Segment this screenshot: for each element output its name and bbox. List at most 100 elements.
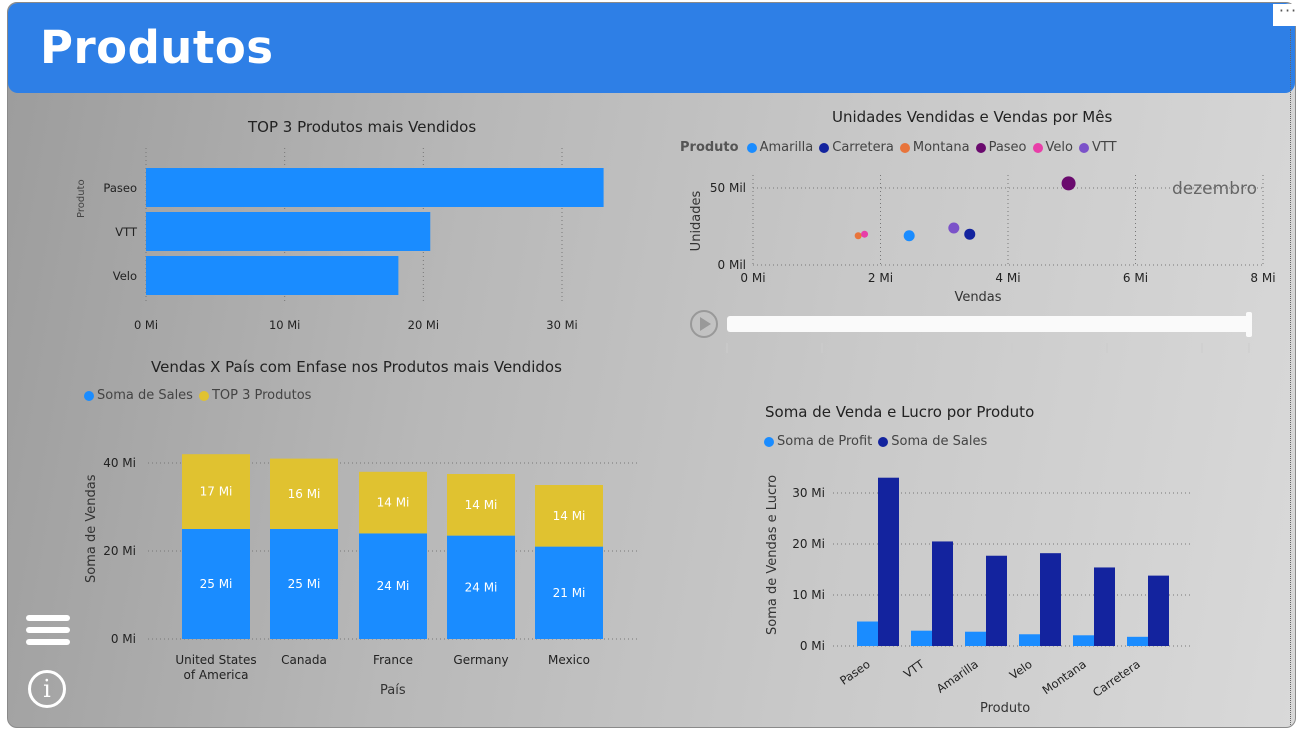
- top3-bar[interactable]: [146, 256, 399, 295]
- scatter-point[interactable]: [948, 222, 960, 234]
- profit-bar[interactable]: [911, 630, 932, 646]
- legend-item[interactable]: Montana: [897, 140, 970, 155]
- legend-item[interactable]: Amarilla: [744, 140, 813, 155]
- legend-item[interactable]: Paseo: [973, 140, 1027, 155]
- profit-bar[interactable]: [1148, 575, 1169, 646]
- profit-x-axis-label: Produto: [980, 701, 1031, 716]
- country-legend[interactable]: Soma de Sales TOP 3 Produtos: [81, 388, 314, 403]
- scatter-x-axis-label: Vendas: [954, 290, 1001, 305]
- scatter-chart[interactable]: 0 Mi 2 Mi 4 Mi 6 Mi 8 Mi 0 Mil 50 Mil Vendas Uni…: [668, 163, 1288, 313]
- profit-y-tick: 20 Mi: [792, 537, 825, 551]
- profit-legend[interactable]: Soma de Profit Soma de Sales: [761, 434, 990, 449]
- legend-label: Paseo: [988, 140, 1027, 155]
- top3-chart[interactable]: 0 Mi 10 Mi 20 Mi 30 Mi Paseo VTT Velo: [8, 143, 648, 343]
- country-x-tick: Canada: [281, 653, 327, 667]
- legend-marker: [84, 390, 94, 401]
- country-x-tick: Germany: [453, 653, 508, 667]
- info-icon[interactable]: i: [28, 670, 66, 708]
- legend-label: Velo: [1045, 140, 1073, 155]
- profit-x-tick: Montana: [1040, 657, 1089, 697]
- visual-selection-border: [1290, 29, 1291, 727]
- profit-y-tick: 0 Mi: [800, 639, 825, 653]
- scatter-x-tick: 2 Mi: [868, 271, 893, 285]
- legend-label: Soma de Profit: [777, 434, 873, 449]
- top3-category-label: Velo: [113, 269, 137, 283]
- country-x-axis-label: País: [380, 683, 406, 698]
- page-title: Produtos: [40, 21, 274, 74]
- country-data-label: 21 Mi: [553, 586, 586, 600]
- profit-x-tick: Carretera: [1090, 657, 1143, 698]
- country-chart[interactable]: 0 Mi 20 Mi 40 Mi 25 Mi 17 Mi United Statesof …: [8, 443, 648, 683]
- scatter-point[interactable]: [964, 228, 976, 240]
- profit-bar[interactable]: [986, 555, 1007, 646]
- scatter-x-tick: 4 Mi: [995, 271, 1020, 285]
- legend-marker: [1032, 142, 1043, 153]
- legend-item[interactable]: Soma de Profit: [761, 434, 872, 449]
- legend-item[interactable]: Soma de Sales: [875, 434, 987, 449]
- legend-item[interactable]: Velo: [1030, 140, 1073, 155]
- profit-bar[interactable]: [932, 541, 953, 646]
- top3-bar[interactable]: [146, 168, 604, 207]
- country-data-label: 14 Mi: [465, 498, 498, 512]
- top3-category-label: Paseo: [103, 181, 137, 195]
- scatter-x-tick: 8 Mi: [1250, 271, 1275, 285]
- scatter-point[interactable]: [903, 230, 915, 242]
- play-axis-track[interactable]: [727, 316, 1250, 332]
- top3-x-tick: 30 Mi: [546, 318, 577, 332]
- legend-marker: [975, 142, 986, 153]
- top3-bar[interactable]: [146, 212, 431, 251]
- profit-bar[interactable]: [857, 621, 878, 646]
- scatter-title: Unidades Vendidas e Vendas por Mês: [832, 108, 1113, 126]
- scatter-y-axis-label: Unidades: [689, 190, 704, 251]
- profit-bar[interactable]: [1094, 567, 1115, 646]
- legend-label: Soma de Sales: [97, 388, 193, 403]
- country-x-tick: of America: [184, 668, 249, 682]
- top3-x-tick: 20 Mi: [408, 318, 439, 332]
- country-data-label: 14 Mi: [377, 496, 410, 510]
- scatter-legend[interactable]: Produto Amarilla Carretera Montana Paseo Vel…: [680, 140, 1120, 155]
- country-data-label: 25 Mi: [200, 577, 233, 591]
- more-options-button[interactable]: ···: [1273, 3, 1303, 26]
- profit-bar[interactable]: [878, 477, 899, 646]
- country-title: Vendas X País com Enfase nos Produtos ma…: [151, 358, 562, 376]
- country-data-label: 24 Mi: [465, 580, 498, 594]
- legend-marker: [878, 436, 889, 447]
- profit-bar[interactable]: [1127, 636, 1148, 646]
- country-data-label: 25 Mi: [288, 577, 321, 591]
- scatter-y-tick: 0 Mil: [718, 258, 746, 272]
- play-icon[interactable]: [688, 308, 720, 340]
- legend-label: Montana: [912, 140, 970, 155]
- profit-x-tick: Velo: [1007, 657, 1035, 682]
- profit-x-tick: Paseo: [837, 657, 873, 688]
- profit-bar[interactable]: [1073, 635, 1094, 646]
- legend-item[interactable]: TOP 3 Produtos: [196, 388, 311, 403]
- legend-marker: [819, 142, 830, 153]
- hamburger-icon[interactable]: [26, 615, 70, 649]
- country-data-label: 16 Mi: [288, 487, 321, 501]
- play-axis-current-label: dezembro: [1172, 179, 1257, 199]
- country-data-label: 17 Mi: [200, 485, 233, 499]
- scatter-point[interactable]: [854, 232, 862, 240]
- legend-marker: [899, 142, 910, 153]
- profit-bar[interactable]: [965, 631, 986, 646]
- country-y-tick: 0 Mi: [111, 632, 136, 646]
- legend-item[interactable]: VTT: [1076, 140, 1117, 155]
- legend-marker: [198, 390, 209, 401]
- play-axis-handle[interactable]: [1246, 312, 1252, 337]
- legend-item[interactable]: Carretera: [816, 140, 894, 155]
- country-y-tick: 40 Mi: [103, 456, 136, 470]
- profit-bar[interactable]: [1040, 553, 1061, 646]
- scatter-point[interactable]: [861, 230, 869, 238]
- scatter-point[interactable]: [1061, 176, 1076, 191]
- legend-item[interactable]: Soma de Sales: [81, 388, 193, 403]
- profit-bar[interactable]: [1019, 634, 1040, 646]
- profit-chart[interactable]: 0 Mi 10 Mi 20 Mi 30 Mi Paseo VTT Amarilla Velo M…: [768, 473, 1208, 698]
- country-x-tick: Mexico: [548, 653, 590, 667]
- play-axis-ticks: [726, 343, 1250, 353]
- scatter-x-tick: 6 Mi: [1123, 271, 1148, 285]
- scatter-y-tick: 50 Mil: [710, 181, 746, 195]
- profit-y-tick: 30 Mi: [792, 486, 825, 500]
- country-x-tick: France: [373, 653, 413, 667]
- report-canvas: Produtos TOP 3 Produtos mais Vendidos Pr…: [7, 2, 1296, 728]
- legend-marker: [764, 436, 774, 447]
